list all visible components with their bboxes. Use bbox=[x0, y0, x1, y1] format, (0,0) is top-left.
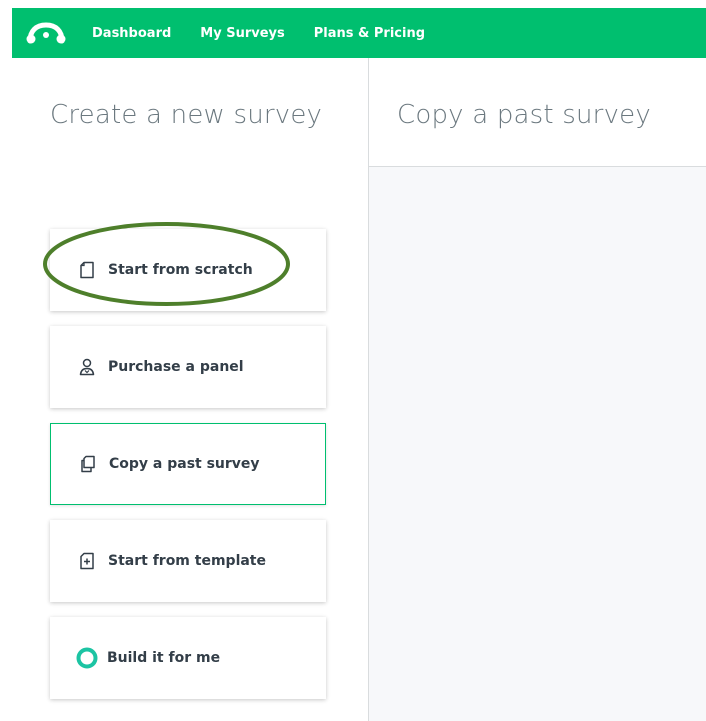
top-nav-bar: Dashboard My Surveys Plans & Pricing bbox=[12, 8, 706, 58]
copy-past-survey-label: Copy a past survey bbox=[109, 456, 260, 472]
nav-link-my-surveys[interactable]: My Surveys bbox=[200, 26, 284, 41]
purchase-panel-card[interactable]: Purchase a panel bbox=[50, 326, 326, 408]
copy-past-survey-heading: Copy a past survey bbox=[397, 100, 651, 130]
template-add-icon bbox=[78, 552, 96, 570]
nav-link-dashboard[interactable]: Dashboard bbox=[92, 26, 171, 41]
create-new-survey-heading: Create a new survey bbox=[50, 100, 323, 130]
build-it-for-me-label: Build it for me bbox=[107, 650, 221, 666]
purchase-panel-label: Purchase a panel bbox=[108, 359, 244, 375]
monkey-logo-icon[interactable] bbox=[26, 16, 68, 50]
start-from-template-card[interactable]: Start from template bbox=[50, 520, 326, 602]
ring-icon bbox=[76, 647, 98, 669]
build-it-for-me-card[interactable]: Build it for me bbox=[50, 617, 326, 699]
copy-pages-icon bbox=[79, 455, 97, 473]
nav-link-plans-pricing[interactable]: Plans & Pricing bbox=[314, 26, 425, 41]
start-from-scratch-label: Start from scratch bbox=[108, 262, 253, 278]
start-from-template-label: Start from template bbox=[108, 553, 266, 569]
past-survey-list-area bbox=[369, 167, 706, 721]
person-icon bbox=[78, 358, 96, 376]
blank-page-icon bbox=[78, 261, 96, 279]
copy-past-survey-card[interactable]: Copy a past survey bbox=[50, 423, 326, 505]
start-from-scratch-card[interactable]: Start from scratch bbox=[50, 229, 326, 311]
